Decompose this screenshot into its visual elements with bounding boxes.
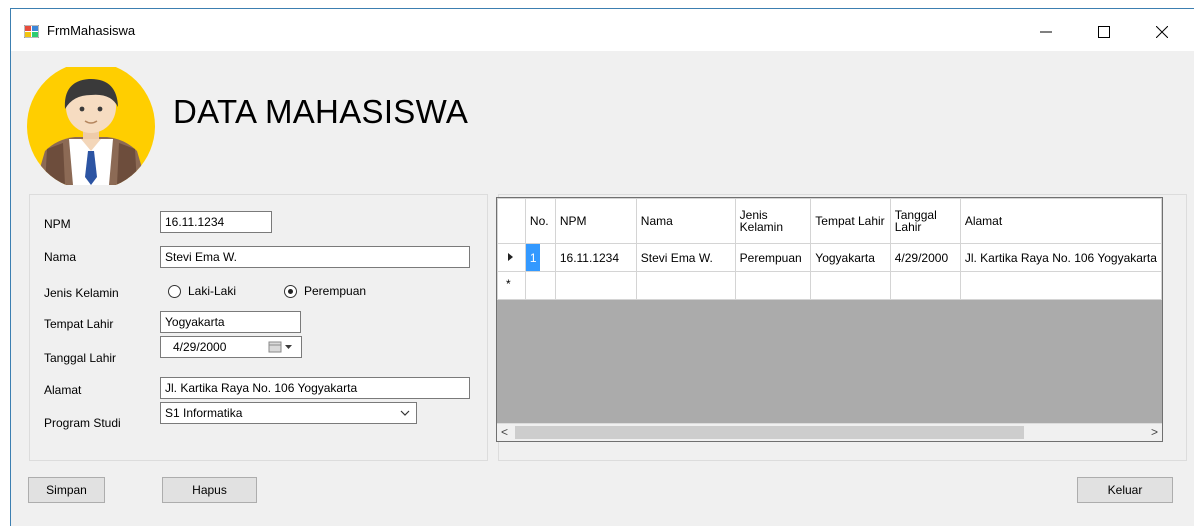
radio-perempuan-circle[interactable] xyxy=(284,285,297,298)
scroll-left-icon[interactable]: < xyxy=(501,425,508,439)
radio-laki-laki-circle[interactable] xyxy=(168,285,181,298)
window-title: FrmMahasiswa xyxy=(47,23,136,38)
scroll-right-icon[interactable]: > xyxy=(1151,425,1158,439)
tempat-lahir-label: Tempat Lahir xyxy=(44,317,114,331)
column-header-no[interactable]: No. xyxy=(524,198,556,244)
column-header-jenis-kelamin[interactable]: Jenis Kelamin xyxy=(734,198,812,244)
row-header-new[interactable]: * xyxy=(497,271,526,300)
tempat-lahir-input[interactable]: Yogyakarta xyxy=(160,311,301,333)
new-cell[interactable] xyxy=(889,271,961,300)
calendar-dropdown-icon[interactable] xyxy=(268,341,294,353)
scrollbar-thumb[interactable] xyxy=(515,426,1024,439)
maximize-button[interactable] xyxy=(1084,19,1124,43)
cell-tanggal-lahir[interactable]: 4/29/2000 xyxy=(889,243,961,272)
column-header-alamat[interactable]: Alamat xyxy=(959,198,1162,244)
nama-label: Nama xyxy=(44,250,77,264)
horizontal-scrollbar[interactable]: < > xyxy=(497,423,1162,441)
cell-tempat-lahir[interactable]: Yogyakarta xyxy=(810,243,891,272)
nama-input[interactable]: Stevi Ema W. xyxy=(160,246,470,268)
alamat-input[interactable]: Jl. Kartika Raya No. 106 Yogyakarta xyxy=(160,377,470,399)
cell-jenis-kelamin[interactable]: Perempuan xyxy=(734,243,812,272)
column-header-npm[interactable]: NPM xyxy=(554,198,637,244)
new-cell[interactable] xyxy=(524,271,556,300)
program-studi-label: Program Studi xyxy=(44,416,121,430)
new-cell[interactable] xyxy=(734,271,812,300)
simpan-button[interactable]: Simpan xyxy=(28,477,105,503)
npm-input[interactable]: 16.11.1234 xyxy=(160,211,272,233)
table-row[interactable]: 1 16.11.1234 Stevi Ema W. Perempuan Yogy… xyxy=(497,243,1162,272)
radio-laki-laki-label: Laki-Laki xyxy=(188,284,237,298)
tanggal-lahir-datepicker[interactable]: 4/29/2000 xyxy=(160,336,302,358)
keluar-button[interactable]: Keluar xyxy=(1077,477,1173,503)
current-row-arrow-icon xyxy=(508,253,513,261)
new-cell[interactable] xyxy=(635,271,736,300)
new-cell[interactable] xyxy=(810,271,891,300)
tanggal-lahir-value: 4/29/2000 xyxy=(173,340,227,354)
mahasiswa-datagrid[interactable]: No. NPM Nama Jenis Kelamin Tempat Lahir … xyxy=(496,197,1163,442)
form-app-icon xyxy=(24,25,39,38)
new-cell[interactable] xyxy=(959,271,1162,300)
column-header-nama[interactable]: Nama xyxy=(635,198,736,244)
alamat-label: Alamat xyxy=(44,383,82,397)
grid-corner-header[interactable] xyxy=(497,198,526,244)
column-header-tanggal-lahir[interactable]: Tanggal Lahir xyxy=(889,198,961,244)
minimize-icon xyxy=(1040,31,1052,33)
new-row-marker: * xyxy=(506,277,511,291)
grid-header-row: No. NPM Nama Jenis Kelamin Tempat Lahir … xyxy=(497,198,1162,244)
cell-npm[interactable]: 16.11.1234 xyxy=(554,243,637,272)
title-bar[interactable]: FrmMahasiswa xyxy=(11,9,1194,51)
maximize-icon xyxy=(1098,25,1110,38)
npm-label: NPM xyxy=(44,217,71,231)
chevron-down-icon[interactable] xyxy=(400,408,410,418)
radio-perempuan-label: Perempuan xyxy=(304,284,367,298)
new-cell[interactable] xyxy=(554,271,637,300)
close-icon xyxy=(1155,25,1169,39)
student-avatar-icon xyxy=(27,67,155,185)
page-title: DATA MAHASISWA xyxy=(173,93,469,130)
minimize-button[interactable] xyxy=(1026,19,1066,43)
program-studi-value: S1 Informatika xyxy=(165,406,243,420)
program-studi-combobox[interactable]: S1 Informatika xyxy=(160,402,417,424)
new-row[interactable]: * xyxy=(497,271,1162,300)
hapus-button[interactable]: Hapus xyxy=(162,477,257,503)
cell-no[interactable]: 1 xyxy=(524,243,556,272)
close-button[interactable] xyxy=(1142,19,1182,43)
cell-alamat[interactable]: Jl. Kartika Raya No. 106 Yogyakarta xyxy=(959,243,1162,272)
cell-nama[interactable]: Stevi Ema W. xyxy=(635,243,736,272)
jenis-kelamin-label: Jenis Kelamin xyxy=(44,286,119,300)
row-header-current[interactable] xyxy=(497,243,526,272)
tanggal-lahir-label: Tanggal Lahir xyxy=(44,351,117,365)
column-header-tempat-lahir[interactable]: Tempat Lahir xyxy=(810,198,891,244)
